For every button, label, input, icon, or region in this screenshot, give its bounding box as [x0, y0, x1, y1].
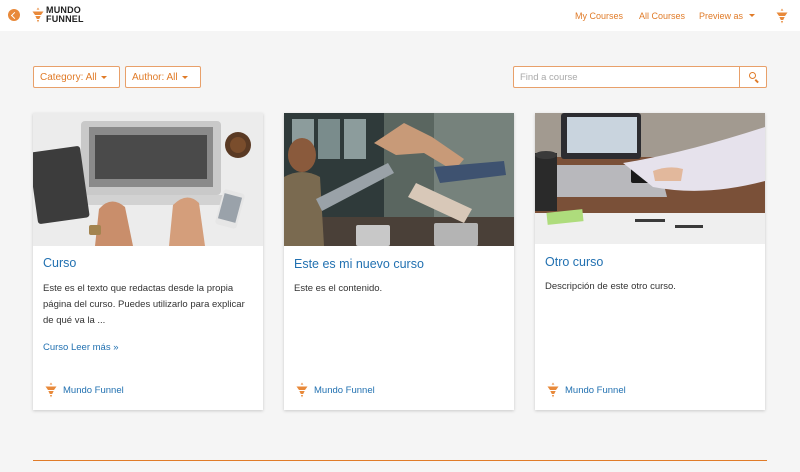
course-card[interactable]: Otro curso Descripción de este otro curs…	[535, 113, 765, 410]
nav-preview-as[interactable]: Preview as	[699, 11, 743, 21]
course-card[interactable]: Curso Este es el texto que redactas desd…	[33, 113, 263, 410]
course-author[interactable]: Mundo Funnel	[45, 382, 124, 398]
course-card[interactable]: Este es mi nuevo curso Este es el conten…	[284, 113, 514, 410]
course-image-laptop-desk	[535, 113, 765, 244]
funnel-logo-icon	[296, 382, 308, 398]
course-author[interactable]: Mundo Funnel	[547, 382, 626, 398]
course-image[interactable]	[284, 113, 514, 246]
back-arrow-icon[interactable]	[8, 9, 20, 21]
read-more-link[interactable]: Curso Leer más »	[43, 342, 119, 353]
nav-my-courses[interactable]: My Courses	[575, 11, 623, 21]
chevron-down-icon	[100, 75, 107, 79]
course-description: Este es el texto que redactas desde la p…	[43, 283, 245, 326]
author-name: Mundo Funnel	[314, 384, 375, 396]
course-image[interactable]	[33, 113, 263, 246]
course-image-laptop	[33, 113, 263, 246]
header-nav: My Courses All Courses Preview as	[575, 0, 800, 31]
search-box	[513, 66, 767, 88]
brand-logo[interactable]: MUNDO FUNNEL	[32, 6, 84, 23]
course-description: Descripción de este otro curso.	[545, 281, 676, 292]
category-filter-label: Category: All	[40, 71, 97, 83]
chevron-down-icon	[181, 75, 188, 79]
search-input[interactable]	[514, 67, 740, 87]
nav-all-courses[interactable]: All Courses	[639, 11, 685, 21]
author-filter[interactable]: Author: All	[125, 66, 201, 88]
course-title[interactable]: Curso	[43, 256, 76, 270]
category-filter[interactable]: Category: All	[33, 66, 120, 88]
course-description: Este es el contenido.	[294, 283, 383, 294]
course-title[interactable]: Otro curso	[545, 255, 603, 269]
search-button[interactable]	[739, 67, 766, 87]
logo-text: MUNDO FUNNEL	[46, 6, 84, 23]
course-author[interactable]: Mundo Funnel	[296, 382, 375, 398]
logo-text-line2: FUNNEL	[46, 13, 84, 24]
top-bar: MUNDO FUNNEL My Courses All Courses Prev…	[0, 0, 800, 31]
funnel-logo-icon	[32, 7, 44, 22]
author-name: Mundo Funnel	[63, 384, 124, 396]
course-image-high-five	[284, 113, 514, 246]
funnel-logo-icon	[547, 382, 559, 398]
search-icon	[749, 72, 756, 79]
funnel-logo-icon[interactable]	[776, 8, 788, 24]
author-name: Mundo Funnel	[565, 384, 626, 396]
author-filter-label: Author: All	[132, 71, 178, 83]
course-title[interactable]: Este es mi nuevo curso	[294, 257, 424, 271]
footer-divider	[33, 460, 767, 461]
chevron-down-icon[interactable]	[749, 14, 755, 17]
course-image[interactable]	[535, 113, 765, 244]
funnel-logo-icon	[45, 382, 57, 398]
